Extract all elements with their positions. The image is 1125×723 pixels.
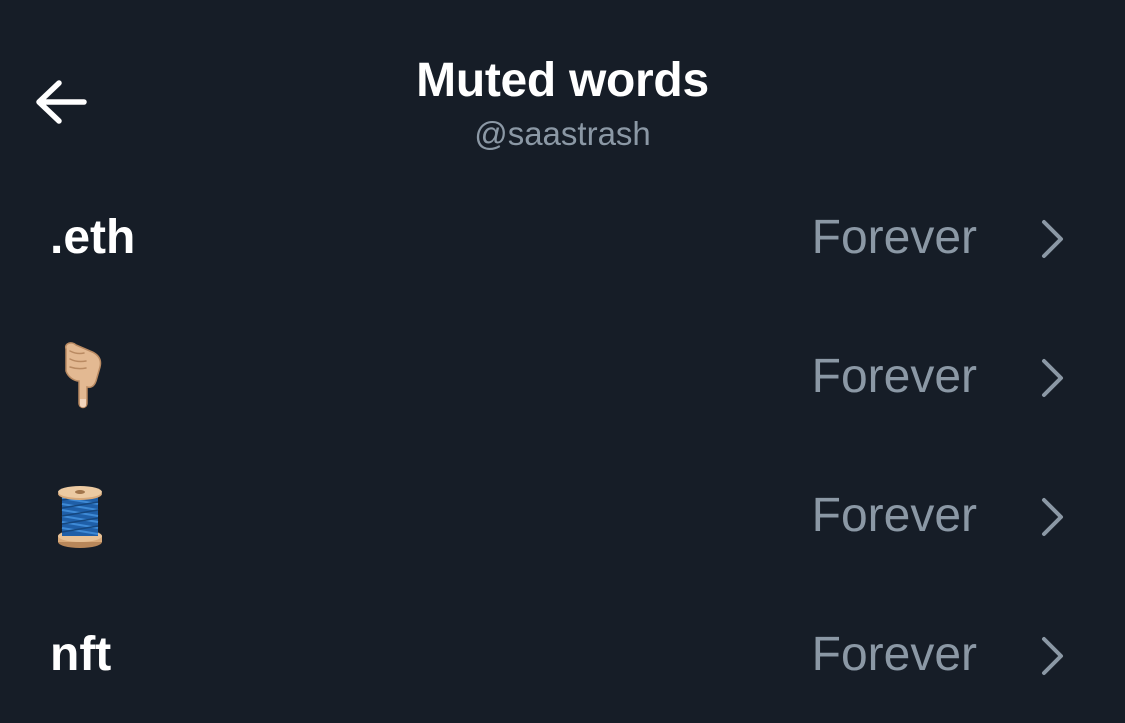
chevron-right-icon [1036,497,1068,537]
chevron-right-icon [1036,636,1068,676]
chevron-right-icon [1036,219,1068,259]
chevron-right-icon [1036,358,1068,398]
muted-word-text: .eth [50,211,136,264]
mute-duration: Forever [811,489,977,542]
mute-duration: Forever [811,350,977,403]
muted-word-text: nft [50,628,112,681]
muted-word-row[interactable]: Forever [0,446,1125,585]
mute-duration: Forever [811,211,977,264]
account-handle: @saastrash [474,115,651,152]
header: Muted words @saastrash [0,0,1125,170]
muted-word-row[interactable]: .eth Forever [0,168,1125,307]
muted-word-row[interactable]: nft Forever [0,585,1125,723]
muted-word-row[interactable]: Forever [0,307,1125,446]
thread-spool-icon [50,446,120,585]
title-block: Muted words @saastrash [0,52,1125,154]
mute-duration: Forever [811,628,977,681]
pointing-down-hand-icon [50,307,120,446]
muted-words-list: .eth Forever Forever Forever nft Forever [0,168,1125,723]
page-title: Muted words [416,54,709,107]
